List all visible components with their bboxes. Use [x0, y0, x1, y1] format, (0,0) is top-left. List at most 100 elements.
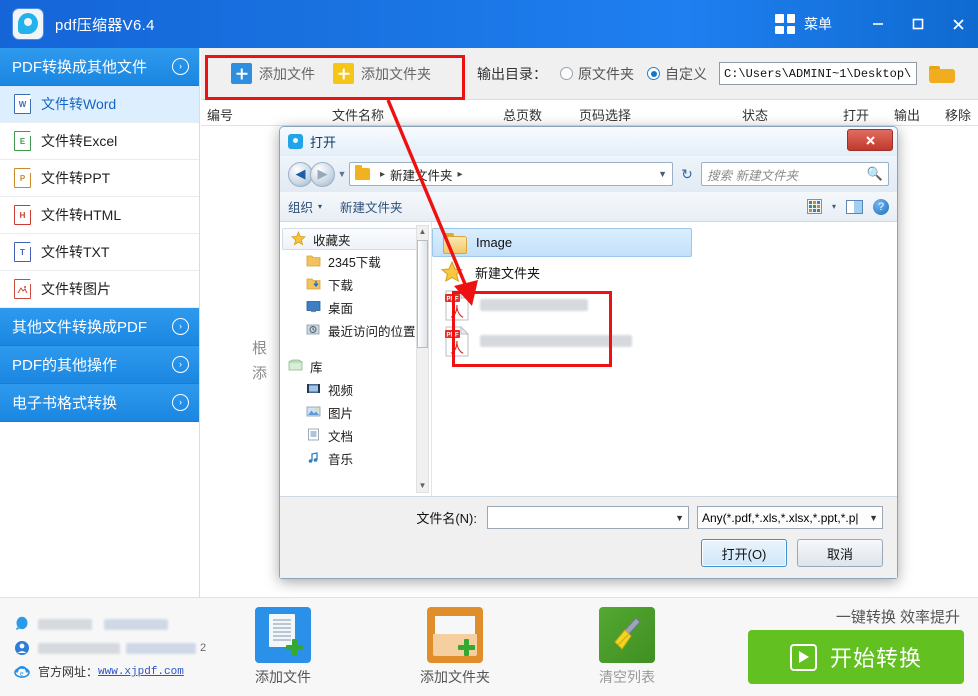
file-row-pdf-2[interactable]: PDF 人: [432, 323, 897, 359]
sidebar-item-label: 文件转图片: [41, 281, 111, 297]
dialog-cancel-button[interactable]: 取消: [797, 539, 883, 567]
tree-item-label: 库: [310, 361, 323, 375]
plus-badge-icon: [455, 636, 477, 658]
forward-button[interactable]: ▶: [310, 161, 335, 187]
column-header-filename: 文件名称: [332, 108, 385, 123]
address-bar[interactable]: ▸ 新建文件夹 ▸ ▼: [349, 162, 673, 186]
dialog-footer: 文件名(N): ▼ Any(*.pdf,*.xls,*.xlsx,*.ppt,*…: [280, 497, 897, 578]
svg-text:PDF: PDF: [447, 332, 459, 338]
tree-item-libraries[interactable]: 库: [280, 355, 431, 378]
website-row[interactable]: e 官方网址： www.xjpdf.com: [14, 660, 206, 684]
sidebar-item-to-txt[interactable]: T 文件转TXT: [0, 234, 199, 271]
preview-pane-icon[interactable]: [846, 199, 863, 214]
radio-original-folder[interactable]: 原文件夹: [560, 64, 634, 84]
sidebar-group-label: PDF的其他操作: [12, 357, 118, 374]
sidebar-group-pdf-other-ops[interactable]: PDF的其他操作 ›: [0, 346, 199, 384]
tree-item-videos[interactable]: 视频: [280, 378, 431, 401]
tree-item-2345-downloads[interactable]: 2345下载: [280, 250, 431, 273]
folder-browse-icon[interactable]: [929, 63, 956, 84]
add-folder-button[interactable]: 添加文件夹: [333, 63, 431, 84]
tree-item-downloads[interactable]: 下载: [280, 273, 431, 296]
filetype-select[interactable]: Any(*.pdf,*.xls,*.xlsx,*.ppt,*.p| ▼: [697, 506, 883, 529]
file-row-new-folder[interactable]: 新建文件夹: [432, 257, 897, 287]
recent-locations-dropdown[interactable]: ▼: [335, 169, 349, 179]
scroll-up-arrow-icon[interactable]: ▲: [417, 226, 428, 238]
radio-original-folder-indicator: [560, 67, 573, 80]
tree-scrollbar[interactable]: ▲ ▼: [416, 225, 429, 493]
tree-item-label: 最近访问的位置: [328, 325, 416, 339]
chevron-right-icon: ›: [172, 356, 189, 373]
dialog-open-button[interactable]: 打开(O): [701, 539, 787, 567]
dialog-close-button[interactable]: [847, 129, 893, 151]
sidebar-item-to-ppt[interactable]: P 文件转PPT: [0, 160, 199, 197]
organize-label: 组织: [288, 201, 314, 215]
qq-row[interactable]: [14, 612, 206, 636]
tree-item-music[interactable]: 音乐: [280, 447, 431, 470]
breadcrumb-current[interactable]: 新建文件夹: [390, 165, 453, 184]
menu-button[interactable]: 菜单: [804, 14, 832, 34]
sidebar-group-ebook-convert[interactable]: 电子书格式转换 ›: [0, 384, 199, 422]
qq-value-redacted-2: [104, 618, 168, 630]
sidebar-item-to-word[interactable]: W 文件转Word: [0, 86, 199, 123]
bottom-clear-list-button[interactable]: 清空列表: [572, 607, 682, 687]
dialog-search-input[interactable]: 搜索 新建文件夹 🔍: [701, 162, 889, 186]
view-mode-dropdown-icon[interactable]: ▾: [832, 202, 836, 211]
sidebar-group-pdf-to-other[interactable]: PDF转换成其他文件 ›: [0, 48, 199, 86]
organize-menu-button[interactable]: 组织 ▾: [288, 197, 322, 216]
view-mode-icon[interactable]: [806, 199, 822, 214]
menu-grid-icon[interactable]: [775, 14, 795, 34]
empty-list-hint-line2: 添: [252, 365, 268, 382]
radio-custom-folder-indicator: [647, 67, 660, 80]
help-icon[interactable]: ?: [873, 198, 889, 215]
sidebar-item-to-html[interactable]: H 文件转HTML: [0, 197, 199, 234]
new-folder-button[interactable]: 新建文件夹: [340, 197, 403, 216]
sidebar-item-to-excel[interactable]: E 文件转Excel: [0, 123, 199, 160]
folder-icon: [355, 165, 370, 180]
column-header-pages: 总页数: [503, 108, 543, 123]
dialog-body: 收藏夹 2345下载 下载 桌面 最近访问的位置 库 视频 图片 文档 音乐 ▲…: [280, 222, 897, 497]
word-file-icon: W: [14, 94, 31, 114]
dialog-navigation-bar: ◀ ▶ ▼ ▸ 新建文件夹 ▸ ▼ ↻ 搜索 新建文件夹 🔍: [280, 156, 897, 192]
file-row-image-folder[interactable]: Image: [432, 228, 692, 257]
tree-item-desktop[interactable]: 桌面: [280, 296, 431, 319]
tree-item-recent-places[interactable]: 最近访问的位置: [280, 319, 431, 342]
add-file-button[interactable]: 添加文件: [231, 63, 315, 84]
filetype-dropdown-icon[interactable]: ▼: [869, 513, 878, 523]
support-icon: [14, 640, 31, 657]
app-logo-icon: [13, 9, 43, 39]
bottom-add-file-button[interactable]: 添加文件: [228, 607, 338, 687]
html-file-icon: H: [14, 205, 31, 225]
close-button[interactable]: [938, 0, 978, 48]
sidebar-item-to-image[interactable]: 文件转图片: [0, 271, 199, 308]
sidebar-item-label: 文件转TXT: [41, 244, 110, 260]
minimize-button[interactable]: [858, 0, 898, 48]
address-dropdown-icon[interactable]: ▼: [658, 169, 667, 179]
add-file-label: 添加文件: [259, 65, 315, 82]
filename-dropdown-icon[interactable]: ▼: [675, 513, 684, 523]
start-convert-button[interactable]: 开始转换: [748, 630, 964, 684]
column-header-remove: 移除: [945, 108, 972, 123]
tree-item-favorites[interactable]: 收藏夹: [282, 228, 429, 250]
main-toolbar: 添加文件 添加文件夹 输出目录： 原文件夹 自定义 C:\Users\ADMIN…: [201, 48, 978, 100]
scrollbar-thumb[interactable]: [417, 240, 428, 348]
scroll-down-arrow-icon[interactable]: ▼: [417, 480, 428, 492]
support-row[interactable]: 2: [14, 636, 206, 660]
tree-item-pictures[interactable]: 图片: [280, 401, 431, 424]
file-row-pdf-1[interactable]: PDF 人: [432, 287, 897, 323]
file-list-panel[interactable]: Image 新建文件夹 PDF 人 PDF 人: [432, 222, 897, 496]
output-path-input[interactable]: C:\Users\ADMINI~1\Desktop\: [719, 62, 917, 85]
sidebar-group-other-to-pdf[interactable]: 其他文件转换成PDF ›: [0, 308, 199, 346]
tree-item-documents[interactable]: 文档: [280, 424, 431, 447]
refresh-icon[interactable]: ↻: [677, 166, 697, 183]
support-suffix: 2: [200, 642, 207, 654]
radio-custom-folder[interactable]: 自定义: [647, 64, 707, 84]
maximize-button[interactable]: [898, 0, 938, 48]
bottom-add-folder-button[interactable]: 添加文件夹: [400, 607, 510, 687]
filename-input[interactable]: ▼: [487, 506, 689, 529]
plus-badge-icon: [283, 636, 305, 658]
sidebar-group-label: PDF转换成其他文件: [12, 59, 148, 76]
sidebar-item-label: 文件转HTML: [41, 207, 122, 223]
add-folder-icon: [427, 607, 483, 663]
website-url-link[interactable]: www.xjpdf.com: [98, 661, 184, 683]
tree-item-label: 2345下载: [328, 256, 381, 270]
